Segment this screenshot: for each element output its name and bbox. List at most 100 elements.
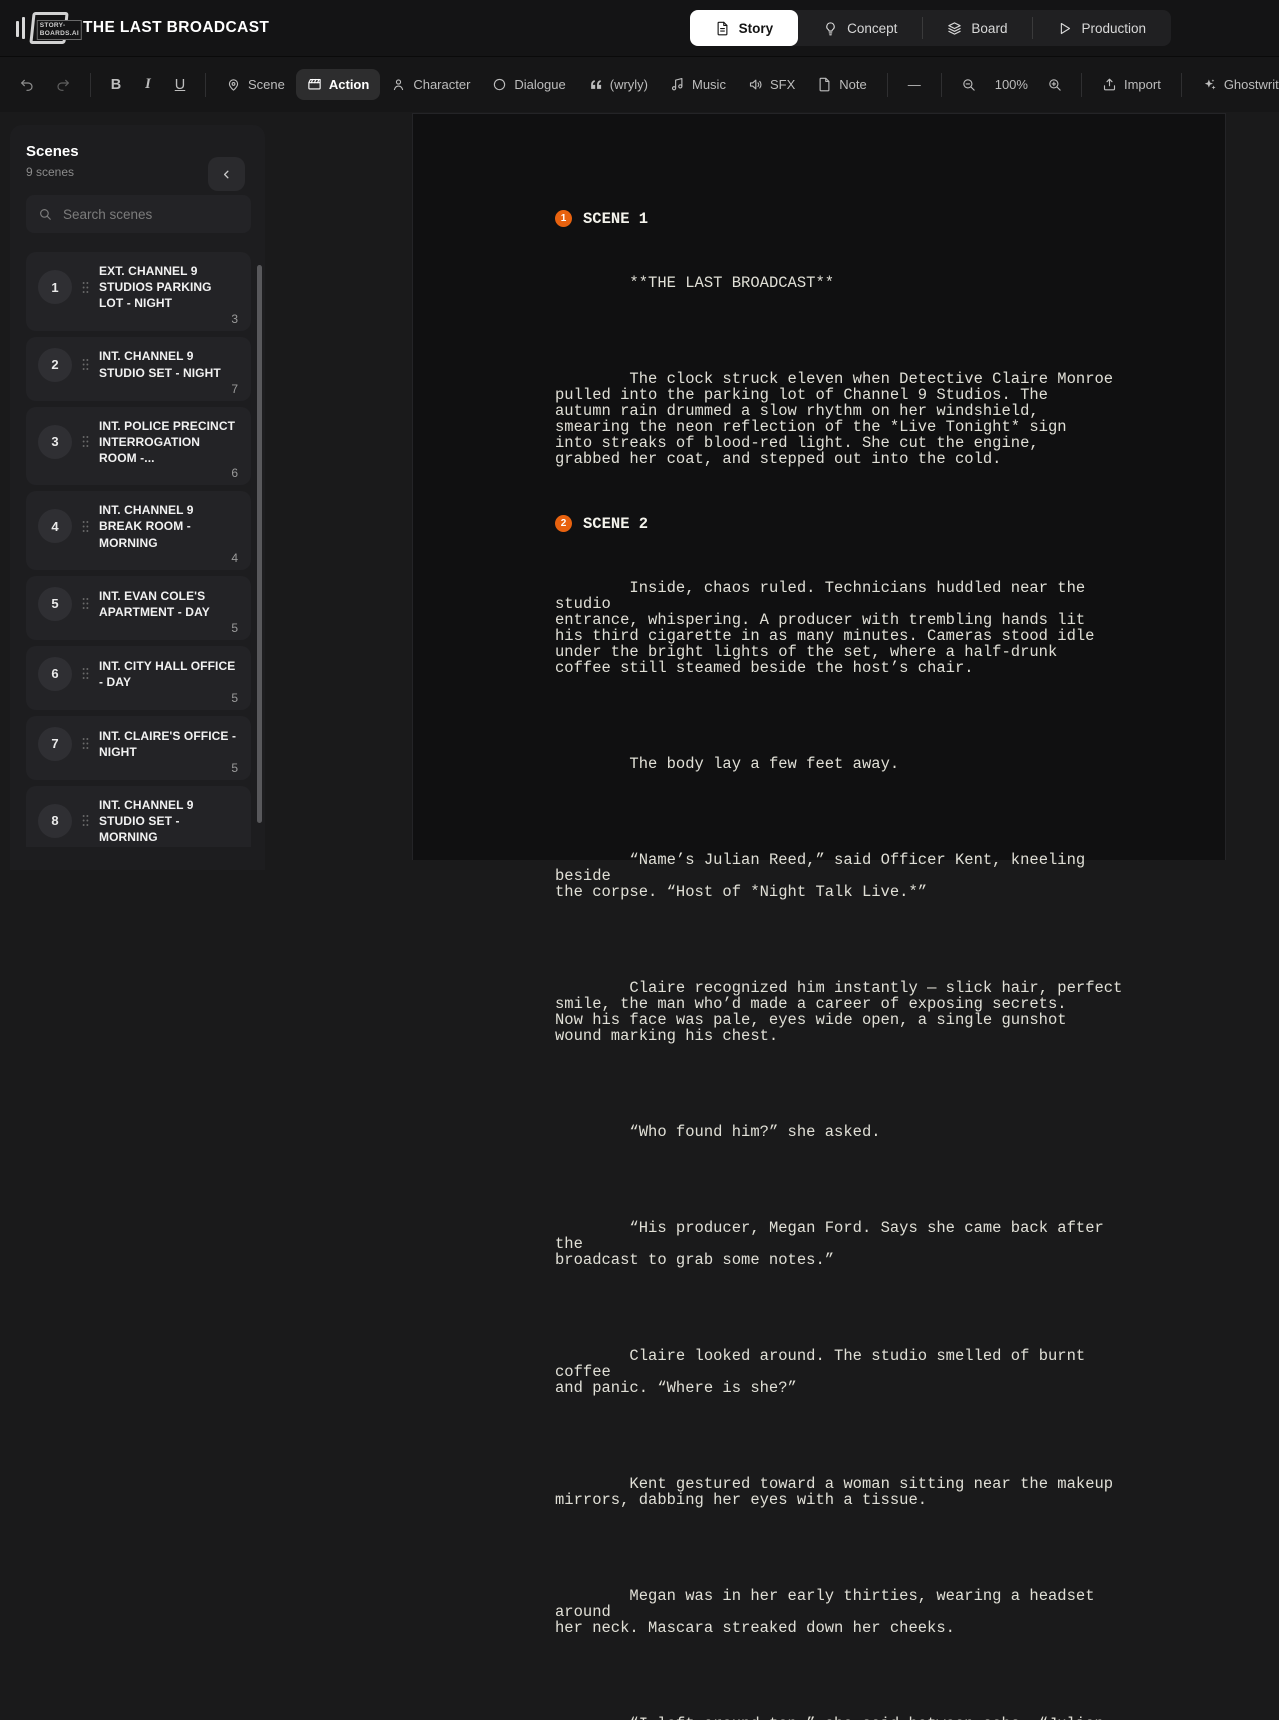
drag-handle-icon[interactable] (81, 434, 90, 449)
wryly-tool-label: (wryly) (610, 77, 648, 92)
collapse-sidebar-button[interactable] (208, 157, 245, 191)
scene-list-item[interactable]: 3 INT. POLICE PRECINCT INTERROGATION ROO… (26, 407, 251, 486)
scene-list-item[interactable]: 5 INT. EVAN COLE'S APARTMENT - DAY 5 (26, 576, 251, 640)
script-block[interactable]: “I left around ten,” she said between so… (555, 1668, 1123, 1720)
zoom-out-button[interactable] (951, 69, 986, 100)
note-tool-button[interactable]: Note (806, 69, 877, 100)
script-block[interactable]: Claire looked around. The studio smelled… (555, 1300, 1123, 1412)
mode-tabs: Story Concept Board Production (690, 10, 1171, 46)
toolbar-divider (887, 73, 888, 97)
app-header: STORY- BOARDS.AI THE LAST BROADCAST Stor… (0, 0, 1279, 57)
script-block[interactable]: Inside, chaos ruled. Technicians huddled… (555, 532, 1123, 692)
action-tool-button[interactable]: Action (296, 69, 380, 100)
underline-icon: U (174, 77, 186, 93)
scene-search-input[interactable] (61, 206, 231, 223)
logo-bar (22, 17, 25, 39)
tab-board[interactable]: Board (922, 10, 1032, 46)
scene-list-scrollbar[interactable] (257, 265, 262, 823)
drag-handle-icon[interactable] (81, 280, 90, 295)
underline-button[interactable]: U (164, 69, 196, 101)
bold-button[interactable]: B (100, 69, 132, 101)
script-block[interactable]: **THE LAST BROADCAST** (555, 227, 1123, 307)
scene-tool-label: Scene (248, 77, 285, 92)
scene-title: INT. CHANNEL 9 STUDIO SET - NIGHT (99, 348, 239, 380)
toolbar-divider (1081, 73, 1082, 97)
tab-label: Concept (847, 21, 897, 36)
redo-button[interactable] (45, 69, 81, 101)
script-block[interactable]: “Name’s Julian Reed,” said Officer Kent,… (555, 804, 1123, 916)
speech-bubble-icon (492, 77, 507, 92)
script-block[interactable]: “Who found him?” she asked. (555, 1076, 1123, 1156)
script-block[interactable]: The clock struck eleven when Detective C… (555, 323, 1123, 483)
drag-handle-icon[interactable] (81, 813, 90, 828)
scene-shot-count: 6 (231, 845, 238, 847)
dialogue-tool-button[interactable]: Dialogue (481, 69, 576, 100)
tab-story[interactable]: Story (690, 10, 799, 46)
scene-title: INT. POLICE PRECINCT INTERROGATION ROOM … (99, 418, 239, 467)
script-page: 1 SCENE 1 **THE LAST BROADCAST** The clo… (412, 113, 1226, 860)
scene-shot-count: 5 (231, 761, 238, 775)
scene-list-item[interactable]: 4 INT. CHANNEL 9 BREAK ROOM - MORNING 4 (26, 491, 251, 570)
scene-list-item[interactable]: 6 INT. CITY HALL OFFICE - DAY 5 (26, 646, 251, 710)
script-block[interactable]: “His producer, Megan Ford. Says she came… (555, 1172, 1123, 1284)
undo-button[interactable] (9, 69, 45, 101)
scene-number: 4 (38, 509, 72, 543)
scene-number: 1 (38, 270, 72, 304)
scene-list-item[interactable]: 1 EXT. CHANNEL 9 STUDIOS PARKING LOT - N… (26, 252, 251, 331)
script-block[interactable]: Kent gestured toward a woman sitting nea… (555, 1428, 1123, 1524)
import-button[interactable]: Import (1091, 69, 1172, 100)
scene-heading-label: SCENE 2 (583, 516, 648, 532)
scene-list-item[interactable]: 7 INT. CLAIRE'S OFFICE - NIGHT 5 (26, 716, 251, 780)
italic-button[interactable]: I (132, 68, 164, 101)
scenes-sidebar: Scenes 9 scenes 1 EXT. CHANNEL 9 STUDIOS… (10, 125, 265, 870)
sfx-tool-button[interactable]: SFX (737, 69, 806, 100)
music-tool-button[interactable]: Music (659, 69, 737, 100)
drag-handle-icon[interactable] (81, 357, 90, 372)
scene-tool-button[interactable]: Scene (215, 69, 296, 100)
zoom-in-icon (1047, 77, 1062, 92)
scene-title: INT. EVAN COLE'S APARTMENT - DAY (99, 588, 239, 620)
logo-wordmark: STORY- BOARDS.AI (37, 20, 82, 40)
script-paragraph-text: “Name’s Julian Reed,” said Officer Kent,… (555, 851, 1095, 901)
tab-label: Production (1081, 21, 1146, 36)
wryly-tool-button[interactable]: (wryly) (577, 69, 659, 100)
script-block[interactable]: Claire recognized him instantly — slick … (555, 932, 1123, 1060)
drag-handle-icon[interactable] (81, 519, 90, 534)
script-block[interactable]: 2 SCENE 2 (555, 515, 1123, 532)
character-tool-button[interactable]: Character (380, 69, 481, 100)
script-block[interactable]: Megan was in her early thirties, wearing… (555, 1540, 1123, 1652)
script-block[interactable]: The body lay a few feet away. (555, 708, 1123, 788)
toolbar-divider (90, 73, 91, 97)
tab-concept[interactable]: Concept (798, 10, 922, 46)
script-editor[interactable]: 1 SCENE 1 **THE LAST BROADCAST** The clo… (413, 114, 1123, 1720)
page-break-button[interactable]: — (897, 69, 932, 100)
drag-handle-icon[interactable] (81, 736, 90, 751)
scene-list: 1 EXT. CHANNEL 9 STUDIOS PARKING LOT - N… (26, 252, 251, 847)
script-paragraph-text: **THE LAST BROADCAST** (629, 274, 834, 292)
script-paragraph-text: The clock struck eleven when Detective C… (555, 370, 1113, 468)
drag-handle-icon[interactable] (81, 666, 90, 681)
project-title: THE LAST BROADCAST (83, 19, 269, 37)
sparkles-icon (1202, 77, 1217, 92)
scene-number-badge: 1 (555, 210, 572, 227)
action-tool-label: Action (329, 77, 369, 92)
zoom-in-button[interactable] (1037, 69, 1072, 100)
tab-production[interactable]: Production (1032, 10, 1171, 46)
scene-number: 7 (38, 727, 72, 761)
chevron-left-icon (220, 168, 233, 181)
zoom-level: 100% (986, 69, 1037, 100)
tab-label: Board (971, 21, 1007, 36)
ghostwriter-button[interactable]: Ghostwriter (1191, 69, 1279, 100)
scene-number: 3 (38, 425, 72, 459)
scene-list-item[interactable]: 2 INT. CHANNEL 9 STUDIO SET - NIGHT 7 (26, 337, 251, 401)
script-paragraph-text: “I left around ten,” she said between so… (629, 1715, 1103, 1720)
script-paragraph-text: Kent gestured toward a woman sitting nea… (555, 1475, 1113, 1509)
drag-handle-icon[interactable] (81, 596, 90, 611)
script-paragraph-text: Claire recognized him instantly — slick … (555, 979, 1122, 1045)
scene-title: INT. CLAIRE'S OFFICE - NIGHT (99, 728, 239, 760)
script-block[interactable]: 1 SCENE 1 (555, 210, 1123, 227)
note-file-icon (817, 77, 832, 92)
scene-number: 8 (38, 804, 72, 838)
character-tool-label: Character (413, 77, 470, 92)
scene-list-item[interactable]: 8 INT. CHANNEL 9 STUDIO SET - MORNING 6 (26, 786, 251, 847)
